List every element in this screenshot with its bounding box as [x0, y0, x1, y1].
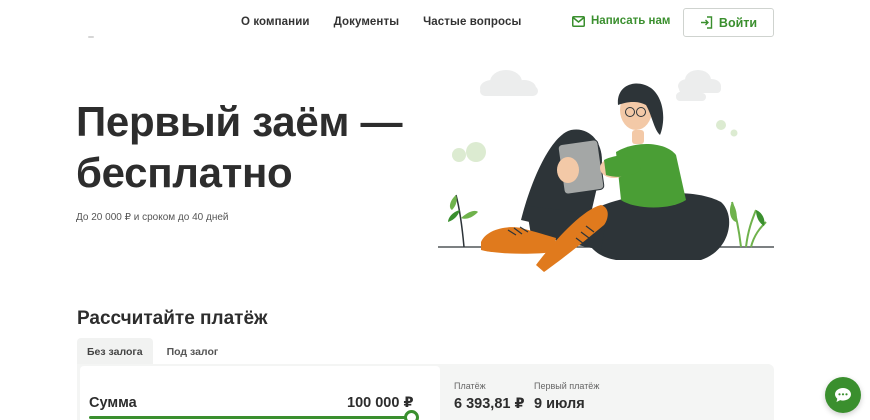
nav-documents[interactable]: Документы — [334, 16, 400, 28]
chat-button[interactable] — [825, 377, 861, 413]
mail-icon — [572, 15, 585, 27]
hero-title-line-1: Первый заём — — [76, 98, 403, 145]
login-button[interactable]: Войти — [683, 8, 774, 37]
logo[interactable] — [88, 36, 94, 38]
hero-title-line-2: бесплатно — [76, 149, 293, 196]
first-payment-value: 9 июля — [534, 396, 585, 412]
hero-title: Первый заём — бесплатно — [76, 96, 403, 198]
chat-bubble-icon — [835, 388, 851, 402]
sum-value: 100 000 ₽ — [347, 395, 414, 411]
hero-subtitle: До 20 000 ₽ и сроком до 40 дней — [76, 212, 229, 223]
calculator-tabs: Без залога Под залог — [77, 338, 228, 365]
site-header: О компании Документы Частые вопросы Напи… — [0, 0, 870, 44]
sum-slider-handle[interactable] — [404, 410, 419, 420]
login-label: Войти — [718, 15, 758, 30]
payment-label: Платёж — [454, 381, 486, 391]
payment-block: Платёж 6 393,81 ₽ — [454, 381, 525, 412]
tab-collateral[interactable]: Под залог — [157, 338, 229, 365]
login-arrow-icon — [700, 16, 713, 29]
write-us-label: Написать нам — [591, 15, 671, 27]
calculator-input-panel — [80, 366, 440, 420]
first-payment-label: Первый платёж — [534, 381, 600, 391]
payment-value: 6 393,81 ₽ — [454, 396, 525, 412]
main-nav: О компании Документы Частые вопросы — [241, 16, 521, 28]
sum-label: Сумма — [89, 395, 137, 411]
nav-about[interactable]: О компании — [241, 16, 310, 28]
nav-faq[interactable]: Частые вопросы — [423, 16, 521, 28]
first-payment-block: Первый платёж 9 июля — [534, 381, 599, 412]
sum-slider-track[interactable] — [89, 416, 415, 419]
hero-illustration — [438, 70, 774, 272]
write-us-link[interactable]: Написать нам — [572, 15, 670, 27]
tab-no-collateral[interactable]: Без залога — [77, 338, 153, 365]
calculator-title: Рассчитайте платёж — [77, 308, 268, 329]
